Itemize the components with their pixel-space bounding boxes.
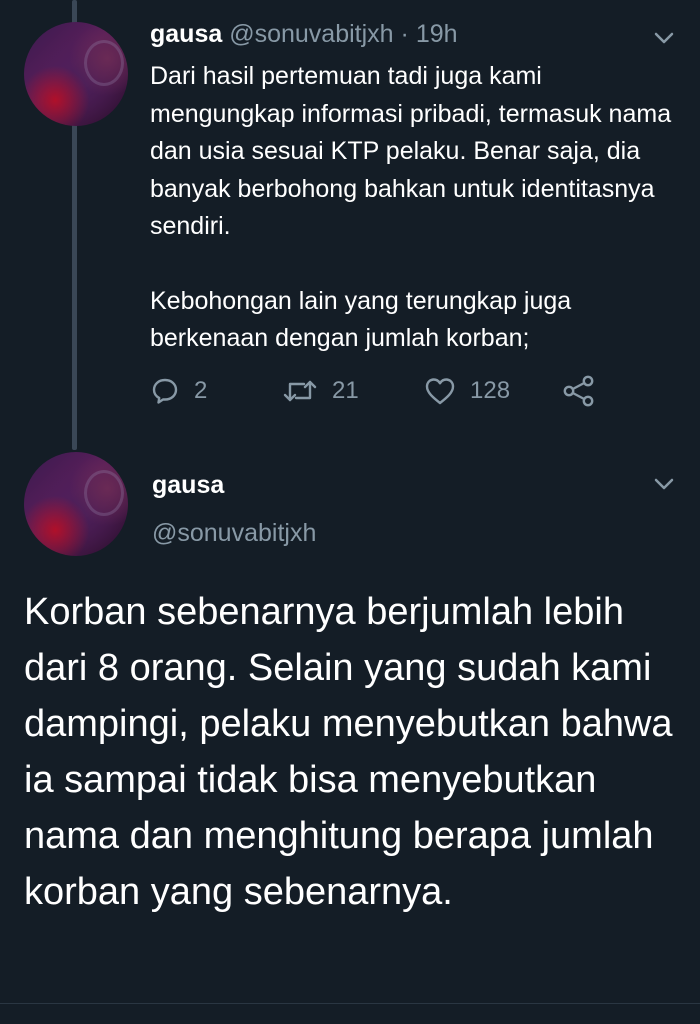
retweet-icon [283, 380, 317, 402]
like-count: 128 [470, 377, 511, 404]
timeline: gausa @sonuvabitjxh · 19h Dari hasil per… [0, 0, 700, 1024]
share-icon [563, 375, 594, 407]
tweet-header: gausa @sonuvabitjxh · 19h [150, 16, 458, 52]
tweet-paragraph: Dari hasil pertemuan tadi juga kami meng… [150, 62, 672, 240]
tweet-text: Korban sebenarnya berjumlah lebih dari 8… [24, 591, 673, 913]
author-name[interactable]: gausa [150, 20, 222, 48]
tweet-paragraph: Kebohongan lain yang terungkap juga berk… [150, 286, 572, 353]
heart-icon [425, 378, 455, 405]
chevron-down-icon[interactable] [652, 472, 676, 496]
author-handle[interactable]: @sonuvabitjxh [229, 20, 393, 48]
separator-dot: · [400, 20, 409, 48]
reply-button[interactable]: 2 [150, 371, 207, 411]
avatar[interactable] [24, 452, 128, 556]
retweet-count: 21 [332, 377, 359, 404]
share-button[interactable] [562, 371, 596, 411]
chevron-down-icon[interactable] [652, 26, 676, 50]
author-handle[interactable]: @sonuvabitjxh [152, 516, 316, 550]
tweet-text: Dari hasil pertemuan tadi juga kami meng… [150, 58, 690, 358]
reply-icon [152, 378, 178, 404]
tweet-timestamp[interactable]: 19h [416, 20, 458, 48]
divider [0, 1003, 700, 1004]
like-button[interactable]: 128 [424, 371, 510, 411]
avatar[interactable] [24, 22, 128, 126]
reply-count: 2 [194, 377, 208, 404]
retweet-button[interactable]: 21 [282, 371, 359, 411]
author-name[interactable]: gausa [152, 468, 224, 502]
